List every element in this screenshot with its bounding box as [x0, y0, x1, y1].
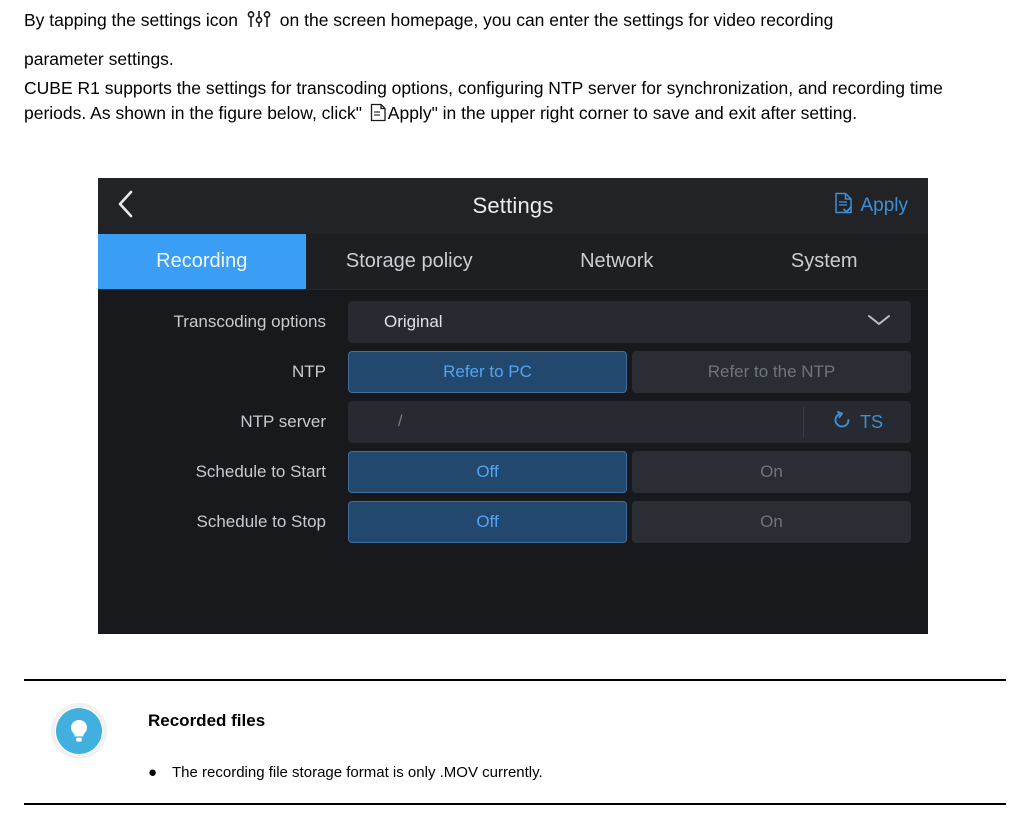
document-body: By tapping the settings icon on the scre…	[24, 8, 1006, 128]
chevron-down-icon	[867, 312, 891, 332]
document-check-icon	[834, 192, 853, 220]
transcoding-options-control: Original	[348, 301, 911, 343]
tab-storage-policy[interactable]: Storage policy	[306, 234, 514, 289]
paragraph-cube-description: CUBE R1 supports the settings for transc…	[24, 76, 1006, 129]
lightbulb-icon	[51, 703, 107, 759]
tab-network[interactable]: Network	[513, 234, 721, 289]
ntp-label: NTP	[292, 362, 326, 381]
bullet-marker-icon: ●	[148, 764, 158, 781]
schedule-to-stop-control: Off On	[348, 501, 911, 543]
settings-rows: Transcoding options Original NTP Refer t…	[98, 290, 928, 547]
schedule-to-start-option-on-label: On	[760, 462, 783, 481]
tab-system[interactable]: System	[721, 234, 929, 289]
schedule-to-start-label: Schedule to Start	[195, 462, 326, 481]
ntp-option-refer-to-pc[interactable]: Refer to PC	[348, 351, 627, 393]
ntp-server-value: /	[398, 413, 403, 430]
device-settings-screenshot: Settings Apply Recording Storage policy …	[98, 178, 928, 634]
transcoding-options-select[interactable]: Original	[348, 301, 911, 343]
paragraph-cube-text-after: Apply" in the upper right corner to save…	[387, 102, 858, 123]
note-bullet-text: The recording file storage format is onl…	[172, 764, 543, 781]
sliders-settings-icon	[246, 9, 272, 29]
ntp-option-refer-to-pc-label: Refer to PC	[443, 362, 532, 381]
row-ntp: NTP Refer to PC Refer to the NTP	[98, 347, 928, 397]
document-apply-icon	[370, 103, 387, 129]
ntp-server-input[interactable]: / TS	[348, 401, 911, 443]
note-bullet-item: ● The recording file storage format is o…	[148, 764, 543, 781]
ntp-option-refer-to-the-ntp[interactable]: Refer to the NTP	[632, 351, 911, 393]
schedule-to-stop-option-off-label: Off	[476, 512, 499, 531]
row-transcoding-options: Transcoding options Original	[98, 297, 928, 347]
tab-recording[interactable]: Recording	[98, 234, 306, 289]
apply-button-label: Apply	[860, 195, 908, 216]
schedule-to-start-option-off[interactable]: Off	[348, 451, 627, 493]
tab-storage-policy-label: Storage policy	[345, 250, 473, 272]
paragraph-intro-text-after: on the screen homepage, you can enter th…	[279, 10, 834, 30]
ntp-control: Refer to PC Refer to the NTP	[348, 351, 911, 393]
schedule-to-stop-option-off[interactable]: Off	[348, 501, 627, 543]
apply-button[interactable]: Apply	[834, 192, 908, 220]
ntp-server-label: NTP server	[240, 412, 326, 431]
schedule-to-stop-option-on-label: On	[760, 512, 783, 531]
device-header: Settings Apply	[98, 178, 928, 234]
schedule-to-start-option-on[interactable]: On	[632, 451, 911, 493]
note-divider-bottom	[24, 803, 1006, 805]
page-title: Settings	[472, 193, 554, 218]
ntp-option-refer-to-the-ntp-label: Refer to the NTP	[707, 362, 836, 381]
transcoding-options-label: Transcoding options	[173, 312, 326, 331]
schedule-to-start-control: Off On	[348, 451, 911, 493]
note-divider-top	[24, 679, 1006, 681]
transcoding-options-value: Original	[384, 312, 443, 331]
tab-network-label: Network	[580, 250, 654, 272]
ts-sync-button[interactable]: TS	[803, 407, 911, 437]
schedule-to-stop-option-on[interactable]: On	[632, 501, 911, 543]
paragraph-intro-text-before: By tapping the settings icon	[24, 10, 239, 30]
tab-system-label: System	[790, 250, 858, 272]
row-ntp-server: NTP server / TS	[98, 397, 928, 447]
lightbulb-icon-circle	[56, 708, 102, 754]
schedule-to-start-option-off-label: Off	[476, 462, 499, 481]
paragraph-intro: By tapping the settings icon on the scre…	[24, 8, 1006, 33]
refresh-sync-icon	[832, 410, 852, 435]
ts-sync-label: TS	[859, 411, 883, 432]
settings-tab-bar: Recording Storage policy Network System	[98, 234, 928, 290]
note-title: Recorded files	[148, 711, 266, 730]
tab-recording-label: Recording	[156, 250, 248, 272]
row-schedule-to-stop: Schedule to Stop Off On	[98, 497, 928, 547]
paragraph-parameter-settings: parameter settings.	[24, 48, 174, 69]
ntp-server-control: / TS	[348, 401, 911, 443]
schedule-to-stop-label: Schedule to Stop	[196, 512, 326, 531]
row-schedule-to-start: Schedule to Start Off On	[98, 447, 928, 497]
document-page: By tapping the settings icon on the scre…	[0, 0, 1035, 825]
